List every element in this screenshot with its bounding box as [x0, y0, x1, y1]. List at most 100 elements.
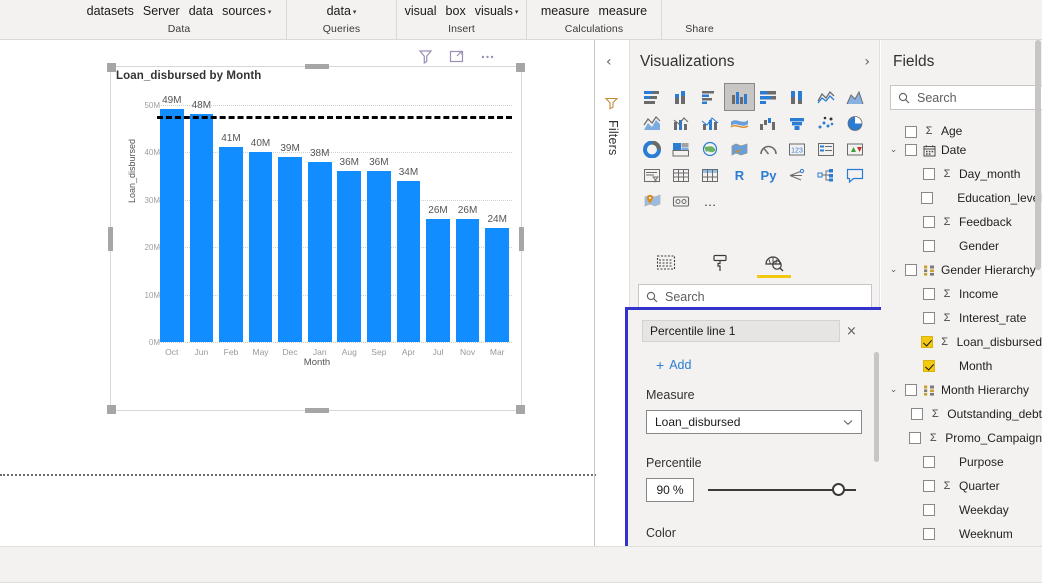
kpi-icon[interactable]: [841, 136, 870, 162]
area-chart-icon[interactable]: [841, 84, 870, 110]
report-canvas[interactable]: Loan_disbursed by Month 0M 10M 20M 30M 40M 50…: [0, 40, 596, 546]
chart-bar[interactable]: [455, 218, 480, 342]
scatter-chart-icon[interactable]: [812, 110, 841, 136]
field-checkbox[interactable]: [923, 240, 935, 252]
chart-bar[interactable]: [219, 147, 243, 342]
field-item-education-level[interactable]: ⌄Education_level: [881, 186, 1042, 210]
field-checkbox[interactable]: [923, 288, 935, 300]
percentile-slider[interactable]: [708, 483, 856, 496]
slicer-icon[interactable]: [638, 162, 667, 188]
clustered-bar-chart-icon[interactable]: [696, 84, 725, 110]
field-item-month-hierarchy[interactable]: ⌄ Month Hierarchy: [881, 378, 1042, 402]
collapse-pane-icon[interactable]: ‹: [606, 54, 612, 70]
field-item-feedback[interactable]: ⌄ΣFeedback: [881, 210, 1042, 234]
ribbon-command-visual-20[interactable]: visual: [405, 4, 437, 18]
qna-icon[interactable]: [841, 162, 870, 188]
field-checkbox[interactable]: [921, 192, 934, 204]
field-checkbox[interactable]: [923, 504, 935, 516]
field-checkbox[interactable]: [923, 168, 935, 180]
measure-dropdown[interactable]: Loan_disbursed: [646, 410, 862, 434]
resize-handle-tr[interactable]: [516, 63, 525, 72]
chart-bar[interactable]: [159, 109, 184, 342]
filters-pane-label[interactable]: Filters: [606, 120, 620, 155]
field-item-gender-hierarchy[interactable]: ⌄ Gender Hierarchy: [881, 258, 1042, 282]
field-checkbox[interactable]: [923, 216, 935, 228]
chevron-down-icon[interactable]: ⌄: [887, 385, 900, 395]
line-clustered-column-chart-icon[interactable]: [696, 110, 725, 136]
field-item-month[interactable]: ⌄Month: [881, 354, 1042, 378]
pie-chart-icon[interactable]: [841, 110, 870, 136]
stacked-area-chart-icon[interactable]: [638, 110, 667, 136]
get-more-visuals-icon[interactable]: …: [696, 188, 725, 214]
bar-chart-visual[interactable]: Loan_disbursed by Month 0M 10M 20M 30M 40M 50…: [107, 63, 525, 414]
fields-search-input[interactable]: Search: [890, 85, 1042, 110]
resize-handle-tl[interactable]: [107, 63, 116, 72]
field-item-loan-disbursed[interactable]: ⌄ΣLoan_disbursed: [881, 330, 1042, 354]
resize-handle-bl[interactable]: [107, 405, 116, 414]
chart-bar[interactable]: [307, 161, 332, 342]
map-icon[interactable]: [696, 136, 725, 162]
percentile-slider-knob[interactable]: [831, 483, 845, 496]
filter-icon[interactable]: [604, 95, 620, 116]
field-item-weekday[interactable]: ⌄Weekday: [881, 498, 1042, 522]
resize-handle-top[interactable]: [305, 64, 329, 69]
percentile-card-scrollbar[interactable]: [874, 352, 879, 462]
chart-bar[interactable]: [278, 156, 302, 342]
100-stacked-column-chart-icon[interactable]: [783, 84, 812, 110]
decomposition-tree-icon[interactable]: [812, 162, 841, 188]
field-item-day-month[interactable]: ⌄ΣDay_month: [881, 162, 1042, 186]
chart-bar[interactable]: [248, 152, 273, 342]
chevron-down-icon[interactable]: ⌄: [887, 145, 900, 155]
ribbon-command-datasets-00[interactable]: datasets: [87, 4, 134, 18]
close-icon[interactable]: ×: [846, 324, 857, 339]
ribbon-command-data-10[interactable]: data ▾: [327, 4, 357, 18]
multi-row-card-icon[interactable]: [812, 136, 841, 162]
donut-chart-icon[interactable]: [638, 136, 667, 162]
funnel-chart-icon[interactable]: [783, 110, 812, 136]
clustered-column-chart-icon[interactable]: [724, 83, 755, 111]
r-script-visual-icon[interactable]: R: [725, 162, 754, 188]
chart-bar[interactable]: [189, 114, 214, 342]
chart-bar[interactable]: [367, 171, 391, 342]
100-stacked-bar-chart-icon[interactable]: [754, 84, 783, 110]
field-item-promo-campaign[interactable]: ⌄ΣPromo_Campaign: [881, 426, 1042, 450]
filter-icon[interactable]: [417, 48, 434, 65]
field-item-gender[interactable]: ⌄Gender: [881, 234, 1042, 258]
key-influencers-icon[interactable]: [783, 162, 812, 188]
ribbon-chart-icon[interactable]: [725, 110, 754, 136]
percentile-name-input[interactable]: Percentile line 1: [642, 320, 840, 342]
chevron-down-icon[interactable]: ⌄: [887, 265, 900, 275]
chart-bar[interactable]: [485, 228, 510, 342]
field-checkbox[interactable]: [911, 408, 924, 420]
field-checkbox[interactable]: [923, 480, 935, 492]
paginated-report-icon[interactable]: [667, 188, 696, 214]
line-stacked-column-chart-icon[interactable]: [667, 110, 696, 136]
field-checkbox[interactable]: [923, 360, 935, 372]
field-item-age[interactable]: ⌄ΣAge: [881, 122, 1042, 138]
analytics-tab-icon[interactable]: [757, 248, 791, 278]
card-icon[interactable]: 123: [783, 136, 812, 162]
matrix-icon[interactable]: [696, 162, 725, 188]
chevron-right-icon[interactable]: ›: [864, 54, 870, 70]
ribbon-command-measure-31[interactable]: measure: [599, 4, 648, 18]
ribbon-command-measure-30[interactable]: measure: [541, 4, 590, 18]
field-checkbox[interactable]: [909, 432, 922, 444]
ribbon-command-visuals-22[interactable]: visuals ▾: [475, 4, 519, 18]
field-checkbox[interactable]: [920, 336, 933, 348]
field-checkbox[interactable]: [905, 384, 917, 396]
field-checkbox[interactable]: [923, 312, 935, 324]
chart-bar[interactable]: [426, 218, 450, 342]
resize-handle-right[interactable]: [519, 227, 524, 251]
field-checkbox[interactable]: [923, 456, 935, 468]
field-item-interest-rate[interactable]: ⌄ΣInterest_rate: [881, 306, 1042, 330]
more-options-icon[interactable]: [479, 48, 496, 65]
treemap-icon[interactable]: [667, 136, 696, 162]
format-tab-icon[interactable]: [706, 248, 734, 278]
field-checkbox[interactable]: [905, 126, 917, 138]
fields-tab-icon[interactable]: [652, 248, 680, 278]
stacked-column-chart-icon[interactable]: [667, 84, 696, 110]
field-item-weeknum[interactable]: ⌄Weeknum: [881, 522, 1042, 546]
field-item-quarter[interactable]: ⌄ΣQuarter: [881, 474, 1042, 498]
field-checkbox[interactable]: [905, 144, 917, 156]
field-item-income[interactable]: ⌄ΣIncome: [881, 282, 1042, 306]
